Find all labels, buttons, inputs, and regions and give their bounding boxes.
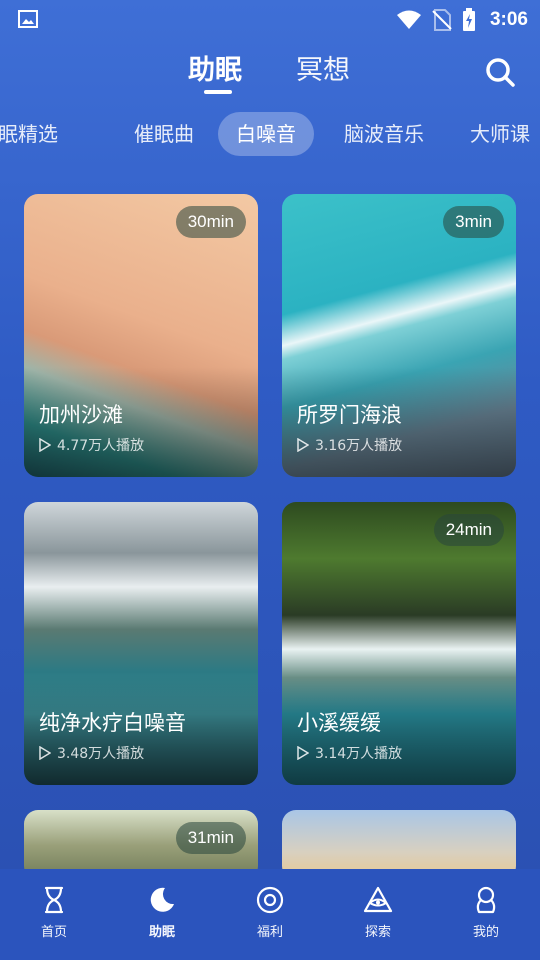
card-title: 纯净水疗白噪音 xyxy=(39,711,186,735)
eye-triangle-icon xyxy=(363,886,393,913)
play-count: 3.14万人播放 xyxy=(297,743,402,763)
sound-card[interactable]: 3min 所罗门海浪 3.16万人播放 xyxy=(282,194,516,477)
category-tabs: 助眠精选 催眠曲 白噪音 脑波音乐 大师课 xyxy=(0,112,540,158)
search-icon[interactable] xyxy=(484,56,516,88)
nav-label: 助眠 xyxy=(148,925,175,940)
nav-label: 首页 xyxy=(40,925,67,940)
category-masterclass[interactable]: 大师课 xyxy=(470,112,530,156)
nav-label: 探索 xyxy=(364,925,391,940)
no-sim-icon xyxy=(432,9,452,31)
play-icon xyxy=(297,746,309,760)
status-bar: 3:06 xyxy=(0,0,540,40)
nav-sleep-aid[interactable]: 助眠 xyxy=(108,869,216,960)
play-icon xyxy=(39,438,51,452)
play-icon xyxy=(39,746,51,760)
sound-card[interactable]: 30min 加州沙滩 4.77万人播放 xyxy=(24,194,258,477)
play-count-text: 3.48万人播放 xyxy=(57,746,145,762)
wifi-icon xyxy=(396,10,421,29)
hourglass-icon xyxy=(44,886,64,914)
nav-profile[interactable]: 我的 xyxy=(432,869,540,960)
sound-card[interactable]: 纯净水疗白噪音 3.48万人播放 xyxy=(24,502,258,785)
battery-charging-icon xyxy=(462,8,475,31)
play-icon xyxy=(297,438,309,452)
play-count-text: 4.77万人播放 xyxy=(57,438,145,454)
card-title: 加州沙滩 xyxy=(39,403,123,427)
play-count-text: 3.16万人播放 xyxy=(315,438,403,454)
image-icon xyxy=(18,10,38,28)
category-lullaby[interactable]: 催眠曲 xyxy=(134,112,194,156)
nav-benefits[interactable]: 福利 xyxy=(216,869,324,960)
profile-icon xyxy=(476,886,496,914)
tab-sleep-aid[interactable]: 助眠 xyxy=(188,48,242,87)
card-title: 所罗门海浪 xyxy=(297,403,402,427)
category-featured[interactable]: 助眠精选 xyxy=(0,112,58,156)
play-count: 3.16万人播放 xyxy=(297,435,402,455)
category-brainwave[interactable]: 脑波音乐 xyxy=(344,112,424,156)
nav-label: 福利 xyxy=(256,925,283,940)
play-count: 4.77万人播放 xyxy=(39,435,144,455)
card-title: 小溪缓缓 xyxy=(297,711,381,735)
duration-badge: 31min xyxy=(175,822,246,854)
play-count: 3.48万人播放 xyxy=(39,743,144,763)
active-tab-indicator xyxy=(204,90,232,94)
duration-badge: 30min xyxy=(175,206,246,238)
category-white-noise[interactable]: 白噪音 xyxy=(218,112,314,156)
sound-card[interactable]: 24min 小溪缓缓 3.14万人播放 xyxy=(282,502,516,785)
duration-badge: 24min xyxy=(433,514,504,546)
status-time: 3:06 xyxy=(489,9,528,30)
nav-home[interactable]: 首页 xyxy=(0,869,108,960)
target-icon xyxy=(256,886,284,914)
duration-badge: 3min xyxy=(443,206,504,238)
header: 助眠 冥想 xyxy=(0,46,540,96)
tab-meditation[interactable]: 冥想 xyxy=(296,48,350,87)
moon-icon xyxy=(150,887,174,912)
nav-explore[interactable]: 探索 xyxy=(324,869,432,960)
play-count-text: 3.14万人播放 xyxy=(315,746,403,762)
nav-label: 我的 xyxy=(472,925,499,940)
bottom-nav: 首页 助眠 福利 探索 我的 xyxy=(0,869,540,960)
